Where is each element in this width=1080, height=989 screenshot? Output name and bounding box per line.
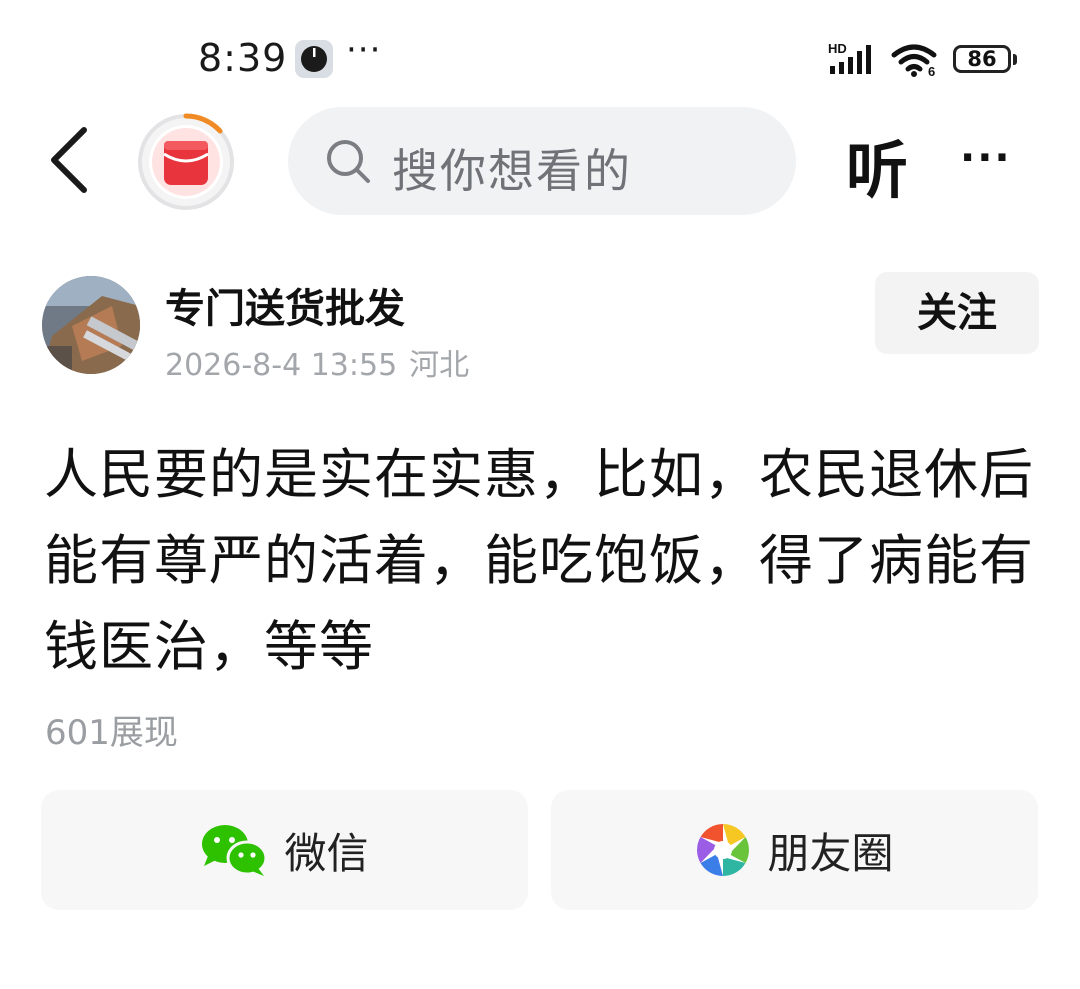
author-name[interactable]: 专门送货批发 xyxy=(165,276,405,334)
avatar-image xyxy=(42,276,140,374)
timer-icon xyxy=(295,40,333,78)
share-moments-label: 朋友圈 xyxy=(767,828,894,878)
signal-icon: HD xyxy=(828,41,880,80)
post-content: 人民要的是实在实惠，比如，农民退休后能有尊严的活着，能吃饱饭，得了病能有钱医治，… xyxy=(44,443,1034,678)
more-options-button[interactable]: ··· xyxy=(960,135,1012,181)
post-location: 河北 xyxy=(409,348,470,383)
share-wechat-button[interactable]: 微信 xyxy=(41,790,528,910)
share-moments-button[interactable]: 朋友圈 xyxy=(551,790,1038,910)
post-date: 2026-8-4 13:55 xyxy=(165,348,398,383)
back-button[interactable] xyxy=(40,120,100,200)
red-packet-icon xyxy=(138,113,234,210)
status-time: 8:39 xyxy=(198,36,288,80)
battery-indicator: 86 xyxy=(953,45,1017,73)
network-type-label: HD xyxy=(828,42,847,56)
status-bar: 8:39 ··· HD 6 86 xyxy=(0,0,1080,110)
search-icon xyxy=(327,140,370,183)
share-wechat-label: 微信 xyxy=(284,828,369,878)
moments-aperture-icon xyxy=(697,824,750,876)
follow-button[interactable]: 关注 xyxy=(875,272,1039,354)
search-placeholder: 搜你想看的 xyxy=(392,144,632,198)
avatar[interactable] xyxy=(42,276,140,374)
wechat-icon xyxy=(202,825,268,876)
listen-button[interactable]: 听 xyxy=(846,120,908,210)
view-count: 601展现 xyxy=(45,713,178,753)
chevron-left-icon xyxy=(51,127,87,193)
wifi-standard-label: 6 xyxy=(928,64,935,78)
search-input[interactable]: 搜你想看的 xyxy=(288,107,796,215)
wifi-icon: 6 xyxy=(890,42,942,82)
red-packet-button[interactable] xyxy=(136,112,236,212)
status-more-icon: ··· xyxy=(346,30,382,70)
post-meta: 2026-8-4 13:55 河北 xyxy=(165,340,469,384)
